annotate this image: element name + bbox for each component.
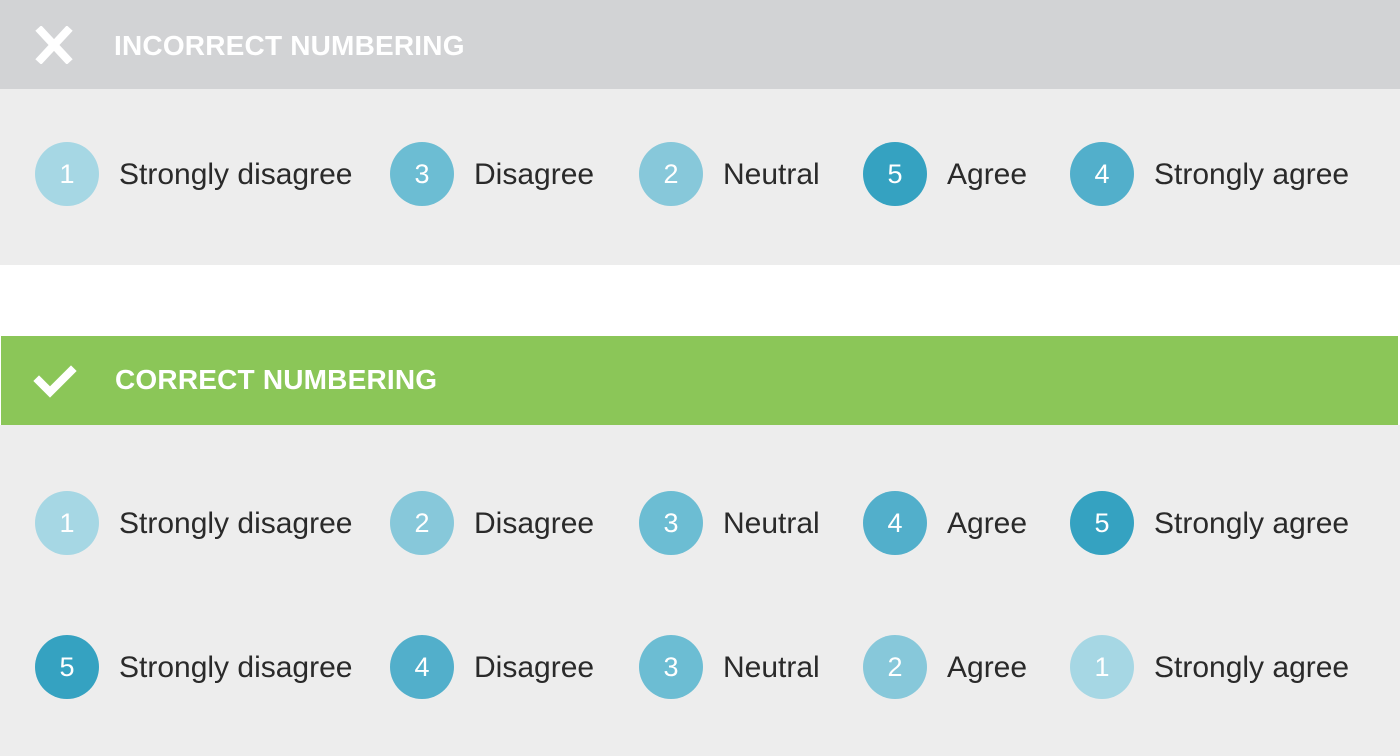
number-circle: 4 (390, 635, 454, 699)
number-circle: 5 (863, 142, 927, 206)
number-circle: 1 (1070, 635, 1134, 699)
option-label: Strongly agree (1154, 158, 1350, 191)
number-circle: 3 (639, 635, 703, 699)
correct-title: CORRECT NUMBERING (115, 364, 438, 395)
correct-row-1: 1 Strongly disagree 2 Disagree 3 Neutral 4 Agre… (0, 491, 1400, 555)
checkmark-icon (33, 365, 77, 398)
option-label: Strongly disagree (119, 651, 353, 684)
number-circle: 3 (639, 491, 703, 555)
option-label: Disagree (474, 507, 595, 540)
number-circle: 3 (390, 142, 454, 206)
option-label: Strongly disagree (119, 507, 353, 540)
option-label: Agree (947, 507, 1028, 540)
option-label: Neutral (723, 158, 820, 191)
correct-header: CORRECT NUMBERING (1, 336, 1398, 425)
number-circle: 2 (863, 635, 927, 699)
option-label: Strongly agree (1154, 507, 1350, 540)
incorrect-title: INCORRECT NUMBERING (114, 30, 465, 61)
number-circle: 1 (35, 142, 99, 206)
number-circle: 4 (1070, 142, 1134, 206)
option-label: Neutral (723, 651, 820, 684)
incorrect-row-1: 1 Strongly disagree 3 Disagree 2 Neutral 5 Agre… (0, 142, 1400, 206)
number-circle: 5 (1070, 491, 1134, 555)
option-label: Agree (947, 158, 1028, 191)
correct-panel: 1 Strongly disagree 2 Disagree 3 Neutral 4 Agre… (0, 425, 1400, 756)
cross-icon (35, 26, 73, 64)
number-circle: 2 (390, 491, 454, 555)
number-circle: 1 (35, 491, 99, 555)
number-circle: 2 (639, 142, 703, 206)
number-circle: 4 (863, 491, 927, 555)
option-label: Strongly disagree (119, 158, 353, 191)
incorrect-header: INCORRECT NUMBERING (0, 0, 1400, 89)
option-label: Disagree (474, 158, 595, 191)
option-label: Disagree (474, 651, 595, 684)
incorrect-panel: 1 Strongly disagree 3 Disagree 2 Neutral 5 Agre… (0, 89, 1400, 265)
correct-row-2: 5 Strongly disagree 4 Disagree 3 Neutral 2 Agre… (0, 635, 1400, 699)
option-label: Agree (947, 651, 1028, 684)
option-label: Neutral (723, 507, 820, 540)
number-circle: 5 (35, 635, 99, 699)
option-label: Strongly agree (1154, 651, 1350, 684)
